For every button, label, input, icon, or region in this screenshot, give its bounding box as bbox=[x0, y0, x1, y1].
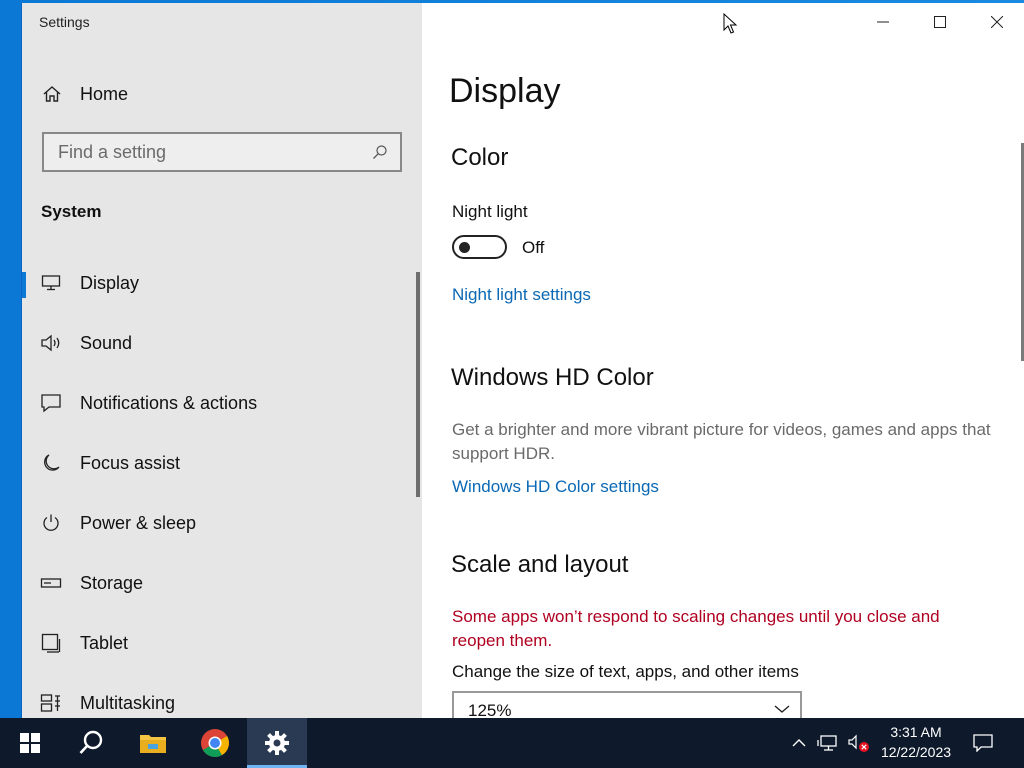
home-link[interactable]: Home bbox=[41, 81, 128, 107]
chevron-down-icon bbox=[774, 701, 790, 718]
search-icon bbox=[370, 144, 390, 160]
hd-color-heading: Windows HD Color bbox=[451, 364, 654, 391]
storage-icon bbox=[40, 572, 62, 594]
page-title: Display bbox=[449, 72, 561, 110]
search-icon bbox=[79, 730, 103, 754]
sidebar-item-tablet[interactable]: Tablet bbox=[22, 613, 420, 673]
sidebar-item-notifications[interactable]: Notifications & actions bbox=[22, 373, 420, 433]
taskbar: 3:31 AM 12/22/2023 bbox=[0, 718, 1024, 768]
file-explorer-button[interactable] bbox=[123, 718, 183, 768]
speaker-icon bbox=[40, 332, 62, 354]
sidebar: Settings Home Find a setting System Disp… bbox=[22, 3, 422, 718]
chrome-icon bbox=[201, 729, 229, 757]
volume-button[interactable] bbox=[846, 718, 872, 768]
sidebar-item-power-sleep[interactable]: Power & sleep bbox=[22, 493, 420, 553]
chrome-button[interactable] bbox=[185, 718, 245, 768]
folder-icon bbox=[140, 735, 166, 753]
settings-window: Settings Home Find a setting System Disp… bbox=[21, 3, 1024, 718]
sidebar-item-label: Power & sleep bbox=[80, 512, 197, 533]
section-label-system: System bbox=[41, 202, 102, 221]
clock-date: 12/22/2023 bbox=[880, 744, 952, 760]
sidebar-item-label: Focus assist bbox=[80, 452, 181, 473]
notification-icon bbox=[40, 392, 62, 414]
multitasking-icon bbox=[40, 692, 62, 714]
maximize-button[interactable] bbox=[911, 3, 968, 41]
sidebar-item-label: Sound bbox=[80, 332, 133, 353]
night-light-label: Night light bbox=[452, 202, 528, 221]
notification-icon bbox=[973, 734, 993, 752]
network-button[interactable] bbox=[816, 718, 840, 768]
search-input[interactable]: Find a setting bbox=[42, 132, 402, 172]
moon-icon bbox=[40, 452, 62, 474]
night-light-toggle[interactable] bbox=[452, 235, 507, 259]
scale-dropdown[interactable]: 125% bbox=[452, 691, 802, 718]
hd-color-description: Get a brighter and more vibrant picture … bbox=[452, 420, 991, 463]
sidebar-item-label: Multitasking bbox=[80, 692, 176, 713]
show-hidden-icons-button[interactable] bbox=[788, 718, 810, 768]
sidebar-item-sound[interactable]: Sound bbox=[22, 313, 420, 373]
clock[interactable]: 3:31 AM 12/22/2023 bbox=[872, 722, 960, 762]
toggle-knob bbox=[459, 242, 470, 253]
power-icon bbox=[40, 512, 62, 534]
sidebar-item-focus-assist[interactable]: Focus assist bbox=[22, 433, 420, 493]
color-heading: Color bbox=[451, 144, 509, 171]
app-title: Settings bbox=[39, 14, 90, 30]
sidebar-item-label: Tablet bbox=[80, 632, 129, 653]
gear-icon bbox=[265, 731, 289, 755]
scale-layout-heading: Scale and layout bbox=[451, 551, 629, 578]
start-button[interactable] bbox=[0, 718, 60, 768]
tablet-icon bbox=[40, 632, 62, 654]
hd-color-settings-link[interactable]: Windows HD Color settings bbox=[452, 477, 659, 497]
main-content: Display Color Night light Off Night ligh… bbox=[422, 3, 1024, 718]
sidebar-item-display[interactable]: Display bbox=[22, 253, 420, 313]
speaker-muted-icon bbox=[848, 734, 869, 752]
maximize-icon bbox=[933, 16, 946, 28]
sidebar-scrollbar[interactable] bbox=[416, 272, 420, 497]
nav-list: Display Sound Notifications & actions Fo… bbox=[22, 253, 420, 718]
sidebar-item-label: Notifications & actions bbox=[80, 392, 258, 413]
sidebar-item-label: Display bbox=[80, 272, 140, 293]
settings-taskbar-button[interactable] bbox=[247, 718, 307, 768]
sidebar-item-storage[interactable]: Storage bbox=[22, 553, 420, 613]
clock-time: 3:31 AM bbox=[890, 724, 942, 740]
minimize-button[interactable] bbox=[854, 3, 911, 41]
home-icon bbox=[41, 83, 63, 105]
close-icon bbox=[990, 16, 1003, 28]
night-light-settings-link[interactable]: Night light settings bbox=[452, 285, 591, 305]
monitor-icon bbox=[40, 272, 62, 294]
scale-size-label: Change the size of text, apps, and other… bbox=[452, 662, 799, 681]
search-taskbar-button[interactable] bbox=[61, 718, 121, 768]
home-label: Home bbox=[80, 83, 129, 104]
minimize-icon bbox=[876, 21, 889, 23]
windows-logo-icon bbox=[20, 733, 40, 753]
mouse-cursor-icon bbox=[723, 12, 738, 40]
search-placeholder: Find a setting bbox=[58, 141, 167, 162]
scaling-warning: Some apps won’t respond to scaling chang… bbox=[452, 607, 940, 650]
chevron-up-icon bbox=[792, 739, 806, 747]
close-button[interactable] bbox=[968, 3, 1024, 41]
window-controls bbox=[854, 3, 1024, 43]
sidebar-item-label: Storage bbox=[80, 572, 144, 593]
network-icon bbox=[817, 735, 837, 751]
scale-value: 125% bbox=[468, 701, 512, 718]
sidebar-item-multitasking[interactable]: Multitasking bbox=[22, 673, 420, 718]
action-center-button[interactable] bbox=[970, 718, 996, 768]
night-light-state: Off bbox=[522, 238, 545, 257]
